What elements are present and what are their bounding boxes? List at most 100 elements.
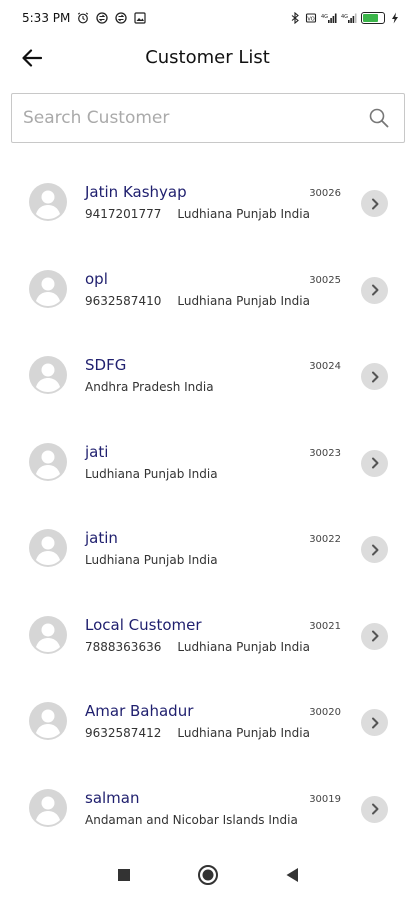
customer-code: 30026 — [309, 188, 341, 199]
customer-location: Ludhiana Punjab India — [177, 207, 310, 221]
svg-text:4G: 4G — [321, 14, 328, 20]
customer-phone: 9632587410 — [85, 293, 162, 308]
customer-name: jatin — [85, 529, 118, 547]
customer-name: salman — [85, 788, 140, 807]
open-customer-button[interactable] — [361, 190, 388, 217]
bluetooth-icon — [291, 12, 299, 24]
avatar — [29, 788, 67, 827]
customer-details: 7888363636 Ludhiana Punjab India — [85, 640, 310, 654]
customer-code: 30025 — [309, 274, 341, 286]
customer-details: Andaman and Nicobar Islands India — [85, 813, 298, 827]
chevron-right-icon — [371, 717, 378, 728]
svg-text:VO: VO — [307, 16, 314, 22]
chevron-right-icon — [371, 198, 378, 209]
person-icon — [36, 363, 60, 392]
open-customer-button[interactable] — [361, 449, 388, 477]
customer-name: Amar Bahadur — [85, 702, 194, 720]
signal-icon: 4G — [341, 13, 357, 23]
customer-code: 30021 — [309, 620, 341, 632]
customer-code: 30019 — [309, 793, 341, 805]
back-nav-button[interactable] — [281, 864, 303, 886]
customer-list-item[interactable]: jatin 30022 Ludhiana Punjab India — [0, 496, 415, 583]
customer-code: 30022 — [309, 534, 341, 545]
person-icon — [36, 796, 60, 825]
customer-details: 9417201777 Ludhiana Punjab India — [85, 207, 310, 221]
avatar — [29, 183, 67, 221]
customer-list-item[interactable]: Local Customer 30021 7888363636 Ludhiana … — [0, 583, 415, 670]
status-bar-left: 5:33 PM — [22, 11, 146, 25]
arrow-left-icon — [22, 49, 42, 67]
home-button[interactable] — [197, 864, 219, 886]
customer-name: opl — [85, 269, 108, 288]
customer-location: Ludhiana Punjab India — [177, 639, 310, 654]
chevron-right-icon — [371, 457, 378, 469]
avatar — [29, 529, 67, 567]
customer-list-item[interactable]: jati 30023 Ludhiana Punjab India — [0, 410, 415, 497]
open-customer-button[interactable] — [361, 276, 388, 304]
customer-list-screen: 5:33 PM VO 4G 4G Customer List Search Cu… — [0, 0, 415, 900]
person-icon — [36, 709, 60, 738]
person-icon — [36, 277, 60, 306]
person-icon — [36, 623, 60, 652]
avatar — [29, 615, 67, 654]
avatar — [29, 702, 67, 740]
avatar — [29, 269, 67, 308]
customer-name: Local Customer — [85, 615, 202, 634]
customer-details: Andhra Pradesh India — [85, 380, 214, 394]
open-customer-button[interactable] — [361, 709, 388, 736]
vibrate-icon: VO — [305, 13, 317, 23]
chevron-right-icon — [371, 284, 378, 296]
circle-icon — [197, 865, 218, 885]
customer-code: 30023 — [309, 447, 341, 459]
customer-list-item[interactable]: SDFG 30024 Andhra Pradesh India — [0, 323, 415, 410]
customer-list-item[interactable]: Jatin Kashyap 30026 9417201777 Ludhiana P… — [0, 150, 415, 237]
system-nav-bar — [0, 850, 415, 900]
avatar — [29, 442, 67, 481]
signal-icon: 4G — [321, 13, 337, 23]
app-header: Customer List — [0, 36, 415, 78]
battery-level-fill — [363, 14, 378, 22]
customer-details: Ludhiana Punjab India — [85, 467, 218, 481]
charging-icon — [392, 12, 398, 24]
customer-details: 9632587410 Ludhiana Punjab India — [85, 294, 310, 308]
avatar — [29, 356, 67, 394]
sync-icon — [115, 12, 128, 24]
customer-phone: 9632587412 — [85, 726, 162, 740]
battery-icon — [361, 12, 385, 24]
person-icon — [36, 190, 60, 219]
customer-location: Ludhiana Punjab India — [177, 726, 310, 740]
customer-location: Andhra Pradesh India — [85, 380, 214, 394]
search-icon[interactable] — [368, 107, 390, 129]
customer-location: Ludhiana Punjab India — [85, 466, 218, 481]
customer-location: Ludhiana Punjab India — [177, 293, 310, 308]
customer-code: 30024 — [309, 361, 341, 372]
customer-details: 9632587412 Ludhiana Punjab India — [85, 726, 310, 740]
status-bar: 5:33 PM VO 4G 4G — [0, 0, 415, 36]
back-button[interactable] — [18, 44, 46, 72]
chevron-right-icon — [371, 371, 378, 382]
customer-phone: 7888363636 — [85, 639, 162, 654]
open-customer-button[interactable] — [361, 795, 388, 823]
status-time: 5:33 PM — [22, 11, 71, 25]
customer-phone: 9417201777 — [85, 207, 162, 221]
chevron-right-icon — [371, 803, 378, 815]
customer-name: jati — [85, 442, 109, 461]
customer-list: Jatin Kashyap 30026 9417201777 Ludhiana P… — [0, 150, 415, 842]
sync-icon — [96, 12, 109, 24]
customer-location: Ludhiana Punjab India — [85, 553, 218, 567]
open-customer-button[interactable] — [361, 363, 388, 390]
recent-apps-button[interactable] — [113, 864, 135, 886]
customer-name: Jatin Kashyap — [85, 183, 187, 201]
open-customer-button[interactable] — [361, 622, 388, 650]
customer-details: Ludhiana Punjab India — [85, 553, 218, 567]
triangle-back-icon — [286, 868, 298, 882]
customer-list-item[interactable]: salman 30019 Andaman and Nicobar Islands… — [0, 756, 415, 843]
customer-list-item[interactable]: opl 30025 9632587410 Ludhiana Punjab Indi… — [0, 237, 415, 324]
search-box — [11, 93, 405, 143]
person-icon — [36, 450, 60, 479]
alarm-icon — [78, 12, 89, 24]
customer-list-item[interactable]: Amar Bahadur 30020 9632587412 Ludhiana Pu… — [0, 669, 415, 756]
square-icon — [117, 869, 130, 881]
search-input[interactable] — [23, 108, 368, 128]
open-customer-button[interactable] — [361, 536, 388, 563]
